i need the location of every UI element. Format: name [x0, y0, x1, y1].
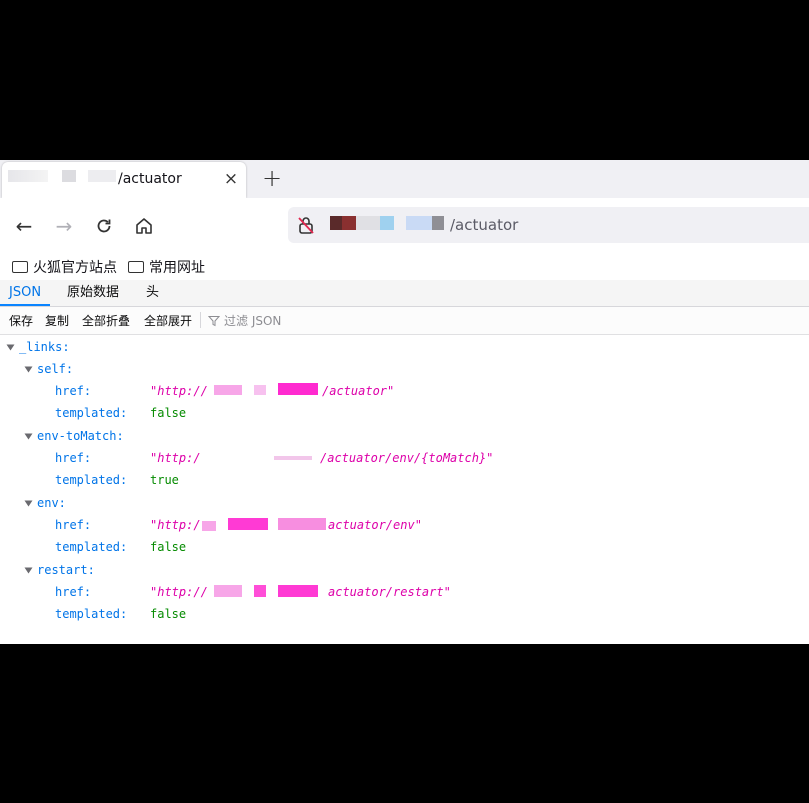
redacted-host [278, 518, 326, 530]
tree-row-env-tomatch[interactable]: env-toMatch: [0, 426, 809, 446]
json-string-value: "http:/ [150, 451, 201, 465]
url-bar[interactable]: /actuator [288, 207, 809, 243]
redacted-host [202, 521, 216, 531]
expand-triangle-icon[interactable] [6, 343, 15, 352]
url-text: /actuator [450, 216, 519, 234]
toolbar-divider [200, 312, 201, 328]
json-key: href: [55, 451, 92, 465]
expand-all-button[interactable]: 全部展开 [144, 312, 192, 329]
json-key: templated: [55, 473, 128, 487]
browser-window: /actuator × + ← → /actuator 火狐官方站点 常用网址 … [0, 160, 809, 644]
json-boolean-value: true [150, 473, 179, 487]
redacted-host [274, 456, 312, 460]
redacted-text [62, 170, 76, 182]
copy-button[interactable]: 复制 [45, 312, 69, 329]
json-string-value: "http:// [150, 384, 208, 398]
json-key: restart: [37, 563, 95, 577]
json-key: templated: [55, 607, 128, 621]
folder-icon [128, 261, 144, 273]
tree-row-templated[interactable]: templated: true [0, 470, 809, 490]
redacted-host [254, 585, 266, 597]
json-key: href: [55, 518, 92, 532]
home-button[interactable] [130, 212, 158, 240]
reload-button[interactable] [90, 212, 118, 240]
tree-row-href[interactable]: href: "http:// /actuator" [0, 381, 809, 401]
tab-title: /actuator [118, 171, 182, 187]
json-string-value: /actuator" [322, 384, 395, 398]
expand-triangle-icon[interactable] [24, 566, 33, 575]
json-toolbar: 保存 复制 全部折叠 全部展开 过滤 JSON [0, 307, 809, 335]
redacted-url [432, 216, 444, 230]
json-key: templated: [55, 406, 128, 420]
redacted-url [330, 216, 342, 230]
redacted-url [380, 216, 394, 230]
json-key: href: [55, 384, 92, 398]
insecure-lock-icon[interactable] [296, 215, 316, 235]
json-key: href: [55, 585, 92, 599]
redacted-url [342, 216, 356, 230]
json-key: _links: [19, 340, 70, 354]
home-icon [136, 218, 152, 234]
json-boolean-value: false [150, 607, 187, 621]
tab-headers[interactable]: 头 [137, 280, 168, 306]
json-tree: _links: self: href: "http:// /actuator" … [0, 335, 809, 644]
new-tab-button[interactable]: + [259, 164, 285, 192]
tab-json[interactable]: JSON [0, 280, 51, 306]
bookmark-label: 常用网址 [149, 260, 205, 276]
tree-row-restart[interactable]: restart: [0, 560, 809, 580]
expand-triangle-icon[interactable] [24, 365, 33, 374]
redacted-host [214, 585, 242, 597]
tree-row-href[interactable]: href: "http:/ /actuator/env/{toMatch}" [0, 448, 809, 468]
bookmark-common-sites[interactable]: 常用网址 [128, 256, 205, 278]
close-tab-icon[interactable]: × [220, 168, 242, 190]
redacted-url [406, 216, 434, 230]
redacted-host [228, 518, 268, 530]
json-key: env-toMatch: [37, 429, 124, 443]
json-string-value: actuator/restart" [328, 585, 451, 599]
redacted-url [356, 216, 380, 230]
tree-row-env[interactable]: env: [0, 493, 809, 513]
tree-row-href[interactable]: href: "http:// actuator/restart" [0, 582, 809, 602]
json-string-value: "http:// [150, 585, 208, 599]
filter-json-input[interactable]: 过滤 JSON [208, 312, 281, 329]
json-string-value: "http:/ [150, 518, 201, 532]
bookmark-label: 火狐官方站点 [33, 260, 117, 276]
browser-tab[interactable]: /actuator × [2, 162, 246, 198]
json-string-value: actuator/env" [328, 518, 422, 532]
redacted-text [88, 170, 116, 182]
bookmark-firefox-official[interactable]: 火狐官方站点 [12, 256, 117, 278]
back-button[interactable]: ← [10, 212, 38, 240]
json-boolean-value: false [150, 540, 187, 554]
bookmarks-toolbar: 火狐官方站点 常用网址 [0, 254, 809, 281]
tree-row-templated[interactable]: templated: false [0, 604, 809, 624]
tree-row-templated[interactable]: templated: false [0, 537, 809, 557]
navigation-bar: ← → /actuator [0, 198, 809, 254]
forward-button[interactable]: → [50, 212, 78, 240]
tree-row-self[interactable]: self: [0, 359, 809, 379]
reload-icon [97, 219, 111, 233]
tree-row-templated[interactable]: templated: false [0, 403, 809, 423]
json-viewer-tabs: JSON 原始数据 头 [0, 280, 809, 307]
tree-row-href[interactable]: href: "http:/ actuator/env" [0, 515, 809, 535]
filter-placeholder: 过滤 JSON [224, 314, 282, 328]
expand-triangle-icon[interactable] [24, 432, 33, 441]
json-boolean-value: false [150, 406, 187, 420]
redacted-favicon [8, 170, 48, 182]
save-button[interactable]: 保存 [9, 312, 33, 329]
filter-icon [208, 315, 220, 326]
tab-raw-data[interactable]: 原始数据 [58, 280, 128, 306]
json-key: env: [37, 496, 66, 510]
redacted-host [254, 385, 266, 395]
tab-strip: /actuator × + [0, 160, 809, 198]
redacted-host [278, 585, 318, 597]
redacted-host [214, 385, 242, 395]
expand-triangle-icon[interactable] [24, 499, 33, 508]
json-key: self: [37, 362, 74, 376]
redacted-host [278, 383, 318, 395]
json-key: templated: [55, 540, 128, 554]
collapse-all-button[interactable]: 全部折叠 [82, 312, 130, 329]
folder-icon [12, 261, 28, 273]
json-string-value: /actuator/env/{toMatch}" [320, 451, 494, 465]
tree-row-links[interactable]: _links: [0, 337, 809, 357]
